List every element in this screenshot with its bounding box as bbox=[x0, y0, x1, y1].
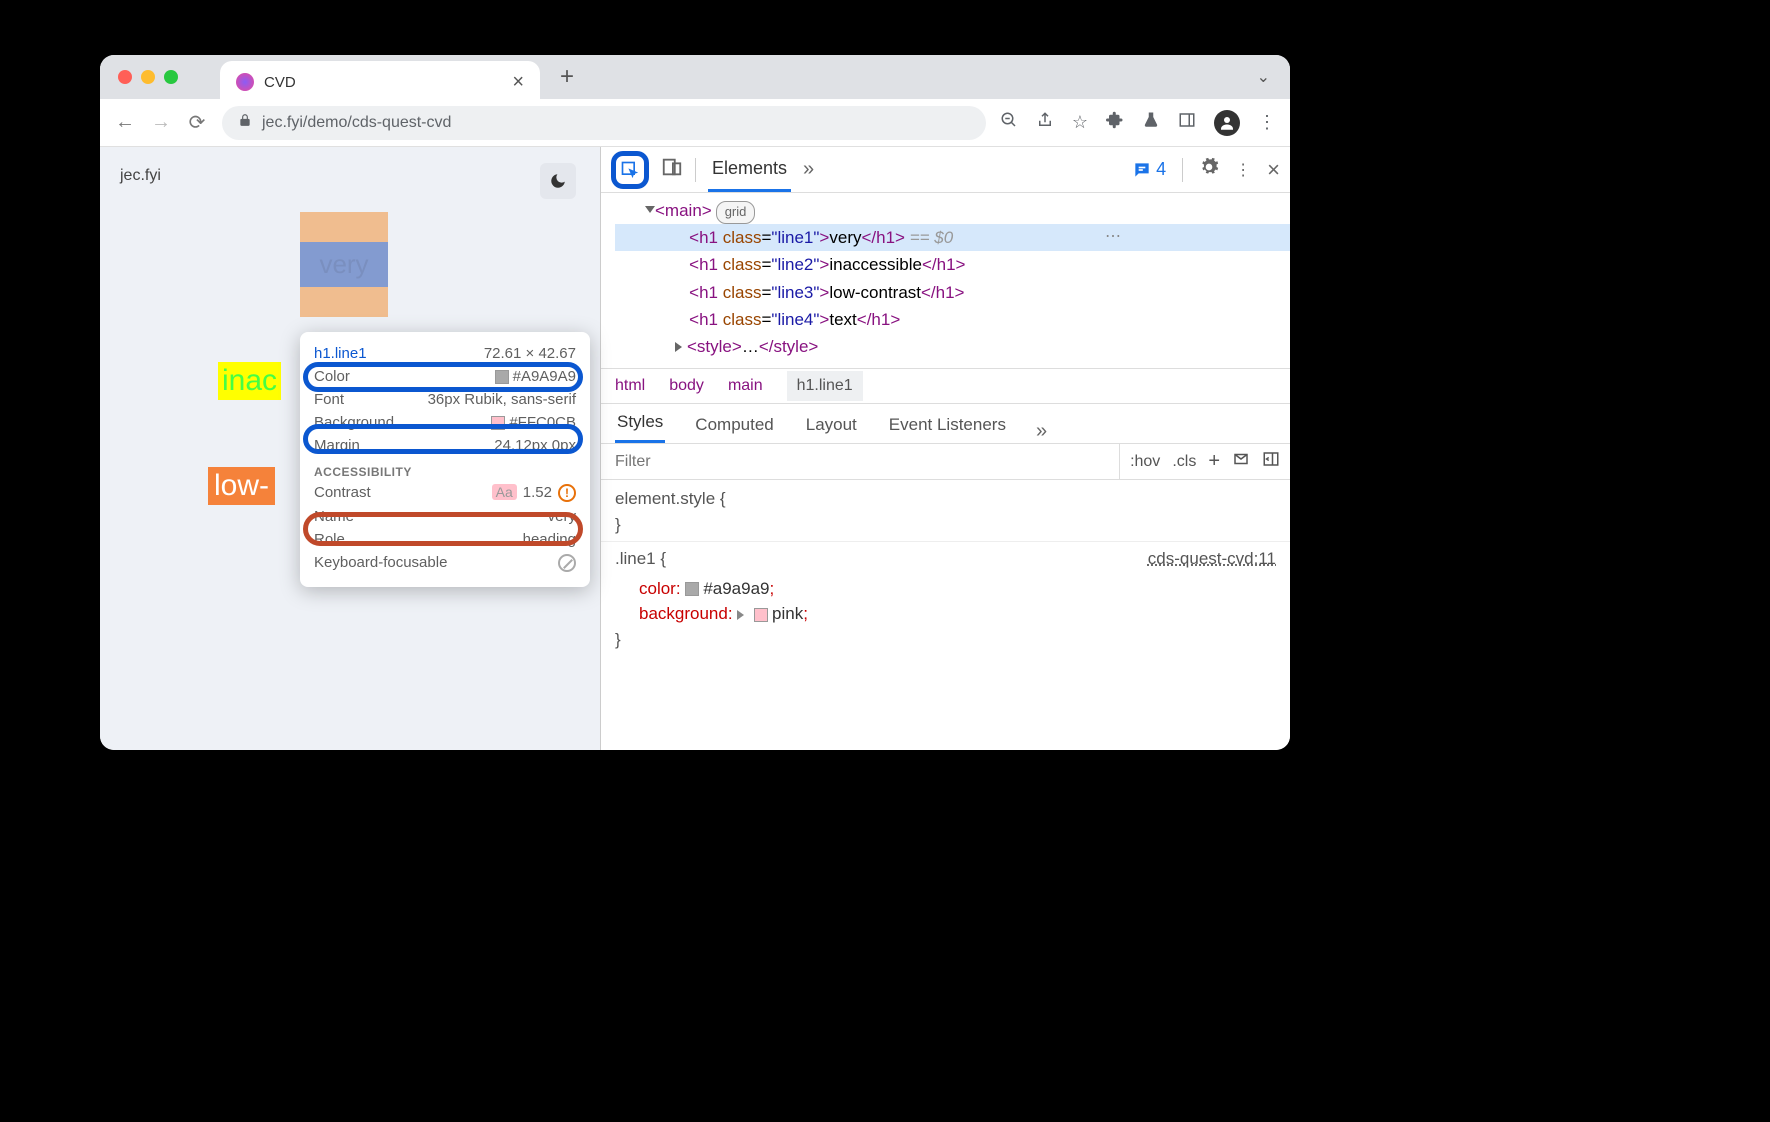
back-button[interactable]: ← bbox=[114, 111, 136, 134]
demo-h1-line2[interactable]: inac bbox=[218, 362, 281, 400]
maximize-window-button[interactable] bbox=[164, 70, 178, 84]
annotation-background-highlight bbox=[303, 424, 583, 454]
tooltip-font-label: Font bbox=[314, 391, 344, 408]
dom-style[interactable]: <style>…</style> bbox=[615, 333, 1290, 360]
tooltip-contrast-label: Contrast bbox=[314, 484, 371, 502]
crumb-h1[interactable]: h1.line1 bbox=[787, 371, 863, 401]
inspect-element-button[interactable] bbox=[611, 151, 649, 189]
dark-mode-toggle[interactable] bbox=[540, 163, 576, 199]
warning-icon: ! bbox=[558, 484, 576, 502]
tooltip-accessibility-header: ACCESSIBILITY bbox=[300, 457, 590, 481]
lock-icon bbox=[238, 113, 252, 132]
close-devtools-icon[interactable]: × bbox=[1267, 157, 1280, 183]
side-panel-icon[interactable] bbox=[1178, 111, 1196, 134]
demo-h1-line3[interactable]: low- bbox=[208, 467, 275, 505]
dom-h1-line3[interactable]: <h1 class="line3">low-contrast</h1> bbox=[615, 279, 1290, 306]
share-icon[interactable] bbox=[1036, 111, 1054, 134]
tooltip-contrast-value: Aa1.52! bbox=[492, 484, 576, 502]
css-source-link[interactable]: cds-quest-cvd:11 bbox=[1148, 546, 1276, 572]
tooltip-selector: h1.line1 bbox=[314, 345, 367, 362]
minimize-window-button[interactable] bbox=[141, 70, 155, 84]
layout-tab[interactable]: Layout bbox=[804, 407, 859, 443]
dom-h1-line1[interactable]: ⋯ <h1 class="line1">very</h1> == $0 bbox=[615, 224, 1290, 251]
issues-button[interactable]: 4 bbox=[1132, 159, 1166, 180]
traffic-lights bbox=[118, 70, 178, 84]
elements-tab[interactable]: Elements bbox=[708, 148, 791, 192]
toolbar-icons: ☆ ⋮ bbox=[1000, 110, 1276, 136]
hov-button[interactable]: :hov bbox=[1130, 453, 1160, 471]
css-rules[interactable]: element.style { } cds-quest-cvd:11 .line… bbox=[601, 480, 1290, 658]
tooltip-font-value: 36px Rubik, sans-serif bbox=[428, 391, 576, 408]
more-style-tabs-icon[interactable]: » bbox=[1036, 420, 1047, 443]
styles-subtabs: Styles Computed Layout Event Listeners » bbox=[601, 404, 1290, 444]
demo-h1-line1[interactable]: very bbox=[300, 212, 388, 317]
browser-tab[interactable]: CVD × bbox=[220, 61, 540, 103]
devtools-tabs: Elements » 4 ⋮ × bbox=[601, 147, 1290, 193]
browser-window: CVD × + ⌄ ← → ⟳ jec.fyi/demo/cds-quest-c… bbox=[100, 55, 1290, 750]
dom-h1-line4[interactable]: <h1 class="line4">text</h1> bbox=[615, 306, 1290, 333]
kebab-menu-icon[interactable]: ⋮ bbox=[1235, 160, 1251, 180]
zoom-icon[interactable] bbox=[1000, 111, 1018, 134]
styles-filter-row: :hov .cls + bbox=[601, 444, 1290, 480]
devtools-panel: Elements » 4 ⋮ × <main>grid ⋯ <h1 class=… bbox=[600, 147, 1290, 750]
tooltip-dimensions: 72.61 × 42.67 bbox=[484, 345, 576, 362]
profile-avatar[interactable] bbox=[1214, 110, 1240, 136]
reload-button[interactable]: ⟳ bbox=[186, 110, 208, 135]
event-listeners-tab[interactable]: Event Listeners bbox=[887, 407, 1008, 443]
css-background-prop[interactable]: background: pink; bbox=[615, 601, 1276, 627]
computed-tab[interactable]: Computed bbox=[693, 407, 775, 443]
dom-breadcrumb: html body main h1.line1 bbox=[601, 368, 1290, 404]
styles-tab[interactable]: Styles bbox=[615, 404, 665, 443]
ellipsis-icon[interactable]: ⋯ bbox=[1105, 224, 1121, 250]
cls-button[interactable]: .cls bbox=[1172, 453, 1196, 471]
line1-selector: .line1 { bbox=[615, 549, 666, 568]
settings-gear-icon[interactable] bbox=[1199, 157, 1219, 182]
extensions-icon[interactable] bbox=[1106, 111, 1124, 134]
site-name: jec.fyi bbox=[120, 167, 580, 185]
computed-sidebar-icon[interactable] bbox=[1232, 450, 1250, 473]
css-color-prop[interactable]: color: #a9a9a9; bbox=[615, 576, 1276, 602]
dom-main[interactable]: <main>grid bbox=[615, 197, 1290, 224]
crumb-main[interactable]: main bbox=[728, 377, 763, 395]
crumb-body[interactable]: body bbox=[669, 377, 704, 395]
rendered-page: jec.fyi very inac low- h1.line1 72.61 × … bbox=[100, 147, 600, 750]
annotation-contrast-highlight bbox=[303, 512, 583, 546]
dom-tree[interactable]: <main>grid ⋯ <h1 class="line1">very</h1>… bbox=[601, 193, 1290, 368]
bookmark-star-icon[interactable]: ☆ bbox=[1072, 112, 1088, 133]
close-window-button[interactable] bbox=[118, 70, 132, 84]
favicon-icon bbox=[236, 73, 254, 91]
labs-icon[interactable] bbox=[1142, 111, 1160, 134]
tooltip-kbd-label: Keyboard-focusable bbox=[314, 554, 447, 572]
device-toggle-button[interactable] bbox=[661, 156, 683, 183]
dom-h1-line2[interactable]: <h1 class="line2">inaccessible</h1> bbox=[615, 251, 1290, 278]
annotation-color-highlight bbox=[303, 362, 583, 392]
more-tabs-icon[interactable]: » bbox=[803, 158, 814, 181]
browser-toolbar: ← → ⟳ jec.fyi/demo/cds-quest-cvd ☆ ⋮ bbox=[100, 99, 1290, 147]
forward-button[interactable]: → bbox=[150, 111, 172, 134]
styles-filter-input[interactable] bbox=[601, 453, 1119, 471]
toggle-sidebar-icon[interactable] bbox=[1262, 450, 1280, 473]
close-tab-icon[interactable]: × bbox=[512, 71, 524, 94]
url-text: jec.fyi/demo/cds-quest-cvd bbox=[262, 114, 451, 132]
menu-icon[interactable]: ⋮ bbox=[1258, 112, 1276, 133]
address-bar[interactable]: jec.fyi/demo/cds-quest-cvd bbox=[222, 106, 986, 140]
element-style-sel: element.style { bbox=[615, 489, 726, 508]
inspector-tooltip: h1.line1 72.61 × 42.67 Color #A9A9A9 Fon… bbox=[300, 332, 590, 587]
content-area: jec.fyi very inac low- h1.line1 72.61 × … bbox=[100, 147, 1290, 750]
window-titlebar: CVD × + ⌄ bbox=[100, 55, 1290, 99]
not-focusable-icon bbox=[558, 554, 576, 572]
crumb-html[interactable]: html bbox=[615, 377, 645, 395]
new-tab-button[interactable]: + bbox=[560, 63, 574, 91]
tab-title: CVD bbox=[264, 74, 502, 91]
tab-list-button[interactable]: ⌄ bbox=[1257, 67, 1270, 87]
new-style-rule-icon[interactable]: + bbox=[1208, 450, 1220, 473]
